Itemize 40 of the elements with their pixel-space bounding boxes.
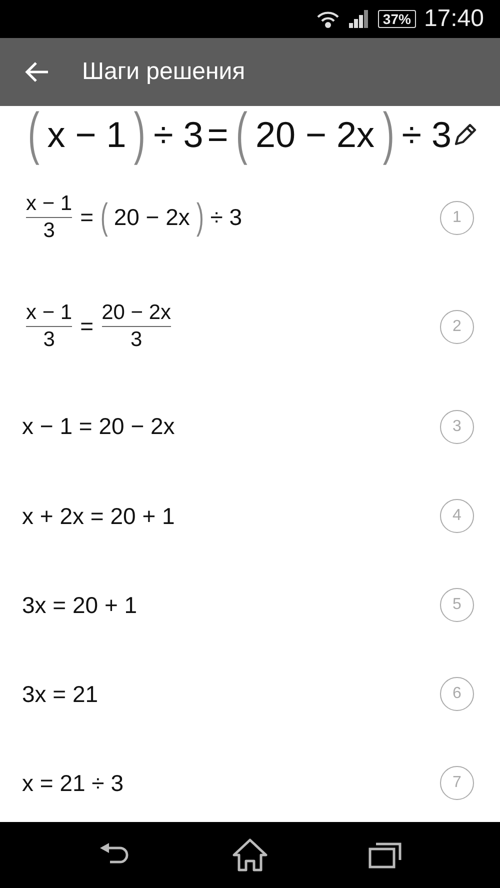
math-expression: x + 2x = 20 + 1 — [22, 502, 175, 531]
fraction-denominator: 3 — [43, 218, 55, 244]
battery-indicator: 37% — [378, 10, 416, 28]
parenthesis: ( — [100, 199, 108, 236]
home-icon[interactable] — [230, 838, 269, 872]
math-expression: ÷ 3 — [402, 112, 452, 157]
math-expression: 20 − 2x — [114, 203, 190, 232]
step-number: 5 — [440, 588, 474, 622]
step-number: 7 — [440, 766, 474, 800]
parenthesis: ( — [28, 106, 40, 164]
math-expression: = — [207, 112, 228, 157]
screen-title: Шаги решения — [82, 56, 246, 87]
fraction-numerator: x − 1 — [26, 190, 72, 217]
math-expression: 3x = 21 — [22, 680, 98, 709]
math-expression: = — [80, 203, 94, 232]
math-expression: ÷ 3 — [153, 112, 204, 157]
step-number: 2 — [440, 310, 474, 344]
math-expression: ÷ 3 — [210, 203, 242, 232]
math-expression: 3x = 20 + 1 — [22, 590, 138, 620]
parenthesis: ) — [382, 106, 394, 164]
parenthesis: ) — [196, 199, 204, 236]
signal-icon — [348, 8, 370, 29]
recent-apps-icon[interactable] — [368, 841, 402, 869]
step-number: 6 — [440, 677, 474, 712]
fraction-numerator: 20 − 2x — [102, 300, 172, 326]
math-expression: x = 21 ÷ 3 — [22, 768, 124, 798]
step-number: 3 — [440, 410, 474, 444]
fraction-numerator: x − 1 — [26, 300, 72, 326]
fraction-denominator: 3 — [43, 327, 55, 354]
fraction-denominator: 3 — [130, 327, 142, 354]
math-expression: x − 1 = 20 − 2x — [22, 412, 175, 442]
math-expression: x − 1 — [47, 112, 126, 157]
math-expression: 20 − 2x — [255, 112, 375, 157]
back-icon[interactable] — [24, 60, 50, 84]
math-expression: = — [80, 312, 94, 342]
clock: 17:40 — [424, 4, 484, 34]
parenthesis: ( — [236, 106, 248, 164]
step-number: 4 — [440, 499, 474, 534]
step-number: 1 — [440, 200, 474, 235]
parenthesis: ) — [134, 106, 146, 164]
